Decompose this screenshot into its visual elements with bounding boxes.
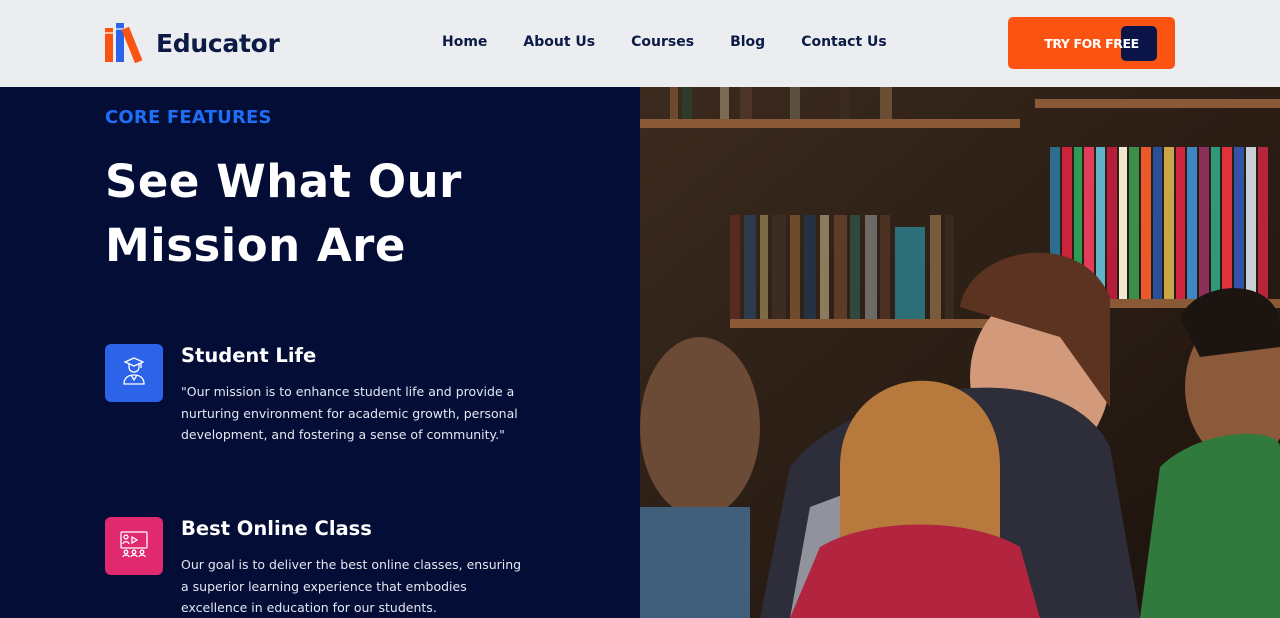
cta-label: TRY FOR FREE [1044,35,1139,51]
site-header: Educator Home About Us Courses Blog Cont… [0,0,1280,87]
nav-courses[interactable]: Courses [631,34,694,50]
brand-name: Educator [156,28,280,58]
section-heading: See What Our Mission Are [105,150,575,278]
nav-home[interactable]: Home [442,34,487,50]
try-for-free-button[interactable]: TRY FOR FREE [1008,17,1175,69]
main-nav: Home About Us Courses Blog Contact Us [442,34,887,50]
heading-line-1: See What Our [105,155,462,208]
feature-title-student-life: Student Life [181,344,317,367]
nav-contact-us[interactable]: Contact Us [801,34,887,50]
feature-desc-student-life: "Our mission is to enhance student life … [181,384,518,442]
section-eyebrow: CORE FEATURES [105,107,272,128]
feature-desc-best-online-class: Our goal is to deliver the best online c… [181,557,522,615]
online-class-icon-tile [105,517,163,575]
nav-about-us[interactable]: About Us [523,34,595,50]
online-class-icon [118,529,150,563]
nav-blog[interactable]: Blog [730,34,765,50]
heading-line-2: Mission Are [105,219,406,272]
feature-title-best-online-class: Best Online Class [181,517,372,540]
graduate-icon [119,356,149,390]
logo[interactable]: Educator [104,22,280,64]
student-life-icon-tile [105,344,163,402]
students-library-photo [640,87,1280,618]
books-logo-icon [104,22,150,64]
